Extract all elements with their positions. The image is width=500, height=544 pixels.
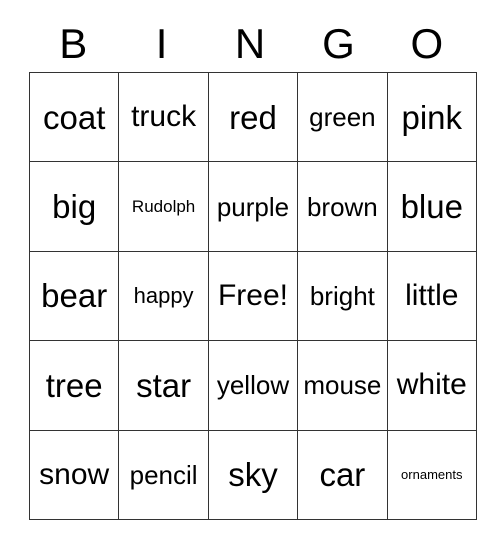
bingo-cell-label: snow: [39, 457, 110, 491]
bingo-header-letter-n: N: [234, 20, 266, 67]
bingo-cell-label: green: [309, 102, 376, 133]
bingo-header-row: B I N G O: [29, 16, 471, 72]
bingo-header-letter-o: O: [410, 20, 444, 67]
bingo-cell[interactable]: brown: [297, 161, 388, 252]
bingo-cell-label: Free!: [217, 278, 288, 312]
bingo-cell[interactable]: sky: [207, 429, 299, 520]
bingo-row: coat truck red green pink: [28, 71, 477, 163]
bingo-cell[interactable]: little: [386, 250, 477, 342]
bingo-card: B I N G O coat truck red green pink big …: [28, 16, 477, 520]
bingo-grid: coat truck red green pink big Rudolph pu…: [28, 71, 477, 520]
bingo-row: tree star yellow mouse white: [28, 340, 477, 431]
bingo-cell-label: mouse: [303, 370, 382, 401]
bingo-cell[interactable]: truck: [118, 71, 209, 163]
bingo-cell-label: bear: [41, 277, 108, 315]
bingo-cell-label: pencil: [129, 459, 198, 490]
bingo-cell[interactable]: pink: [386, 71, 477, 163]
bingo-cell-label: red: [229, 98, 277, 136]
bingo-cell[interactable]: bear: [28, 250, 120, 342]
bingo-cell[interactable]: happy: [118, 250, 209, 342]
bingo-cell-label: yellow: [216, 370, 290, 401]
bingo-cell[interactable]: car: [297, 429, 388, 520]
bingo-cell-label: white: [396, 368, 467, 402]
bingo-cell[interactable]: bright: [297, 250, 388, 342]
bingo-cell-label: happy: [133, 282, 194, 308]
bingo-cell[interactable]: purple: [207, 161, 299, 252]
bingo-cell[interactable]: ornaments: [386, 429, 477, 520]
bingo-cell-label: brown: [306, 191, 378, 222]
bingo-cell-free[interactable]: Free!: [207, 250, 299, 342]
bingo-header-letter-g: G: [322, 20, 355, 67]
bingo-cell-label: car: [319, 456, 366, 494]
bingo-cell[interactable]: yellow: [207, 340, 299, 431]
bingo-cell[interactable]: green: [297, 71, 388, 163]
bingo-cell-label: sky: [228, 456, 278, 494]
bingo-cell[interactable]: mouse: [297, 340, 388, 431]
bingo-cell-label: pink: [401, 98, 463, 136]
bingo-cell[interactable]: Rudolph: [118, 161, 209, 252]
bingo-cell[interactable]: coat: [28, 71, 120, 163]
bingo-cell[interactable]: big: [28, 161, 120, 252]
bingo-header-letter-i: I: [155, 20, 168, 67]
bingo-row: bear happy Free! bright little: [28, 250, 477, 342]
bingo-cell-label: star: [136, 366, 192, 404]
bingo-row: snow pencil sky car ornaments: [28, 429, 477, 520]
bingo-cell-label: blue: [400, 188, 463, 226]
bingo-cell-label: tree: [45, 366, 103, 404]
bingo-cell[interactable]: star: [118, 340, 209, 431]
bingo-cell-label: truck: [131, 100, 197, 134]
bingo-cell-label: bright: [309, 280, 375, 311]
bingo-row: big Rudolph purple brown blue: [28, 161, 477, 252]
bingo-cell[interactable]: tree: [28, 340, 120, 431]
bingo-cell-label: purple: [216, 191, 290, 222]
bingo-cell-label: Rudolph: [131, 197, 196, 217]
bingo-cell[interactable]: snow: [28, 429, 120, 520]
bingo-cell[interactable]: red: [207, 71, 299, 163]
bingo-header-letter-b: B: [59, 20, 88, 67]
bingo-cell[interactable]: blue: [386, 161, 477, 252]
bingo-cell-label: big: [52, 188, 97, 226]
bingo-cell[interactable]: white: [386, 340, 477, 431]
bingo-cell-label: coat: [43, 98, 106, 136]
bingo-cell-label: ornaments: [401, 467, 463, 483]
bingo-cell-label: little: [405, 278, 459, 312]
bingo-cell[interactable]: pencil: [118, 429, 209, 520]
